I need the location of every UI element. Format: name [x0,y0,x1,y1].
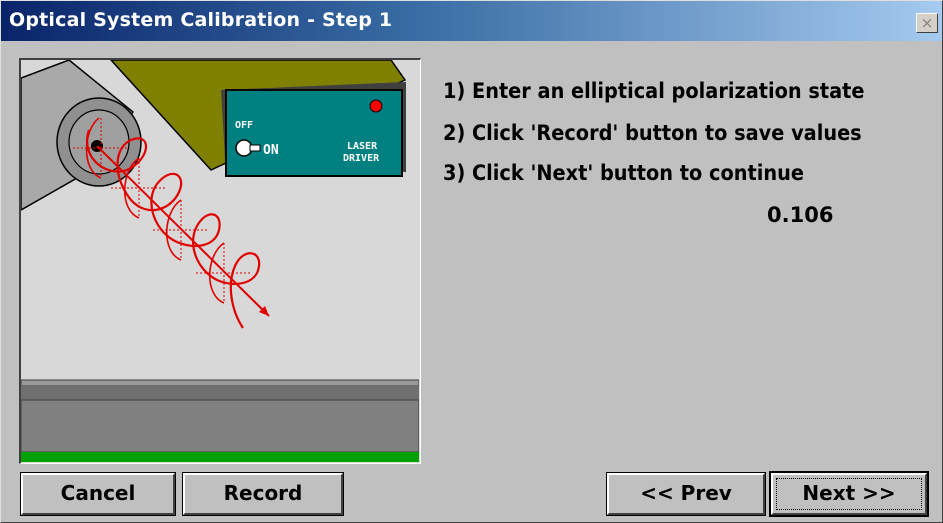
switch-off-label: OFF [235,120,253,131]
instruction-step-1: 1) Enter an elliptical polarization stat… [443,79,865,103]
cancel-button[interactable]: Cancel [20,472,176,516]
next-button-label: Next >> [802,481,896,505]
close-button[interactable]: × [916,13,938,33]
calibration-dialog: Optical System Calibration - Step 1 × OF… [0,0,943,523]
prev-button[interactable]: << Prev [606,472,766,516]
window-title: Optical System Calibration - Step 1 [9,9,393,31]
rail-strip [21,452,419,462]
close-icon: × [920,14,934,32]
measured-value: 0.106 [767,203,834,227]
title-bar[interactable]: Optical System Calibration - Step 1 × [1,1,942,41]
laser-illustration: OFF ON LASER DRIVER [19,58,421,464]
record-button[interactable]: Record [182,472,344,516]
device-label-line2: DRIVER [343,153,380,164]
power-led [369,99,383,113]
device-label-line1: LASER [347,141,378,152]
laser-setup-drawing: OFF ON LASER DRIVER [21,60,419,462]
switch-on-label: ON [263,143,279,158]
instruction-step-2: 2) Click 'Record' button to save values [443,121,862,145]
next-button[interactable]: Next >> [769,471,929,517]
instruction-step-3: 3) Click 'Next' button to continue [443,161,804,185]
